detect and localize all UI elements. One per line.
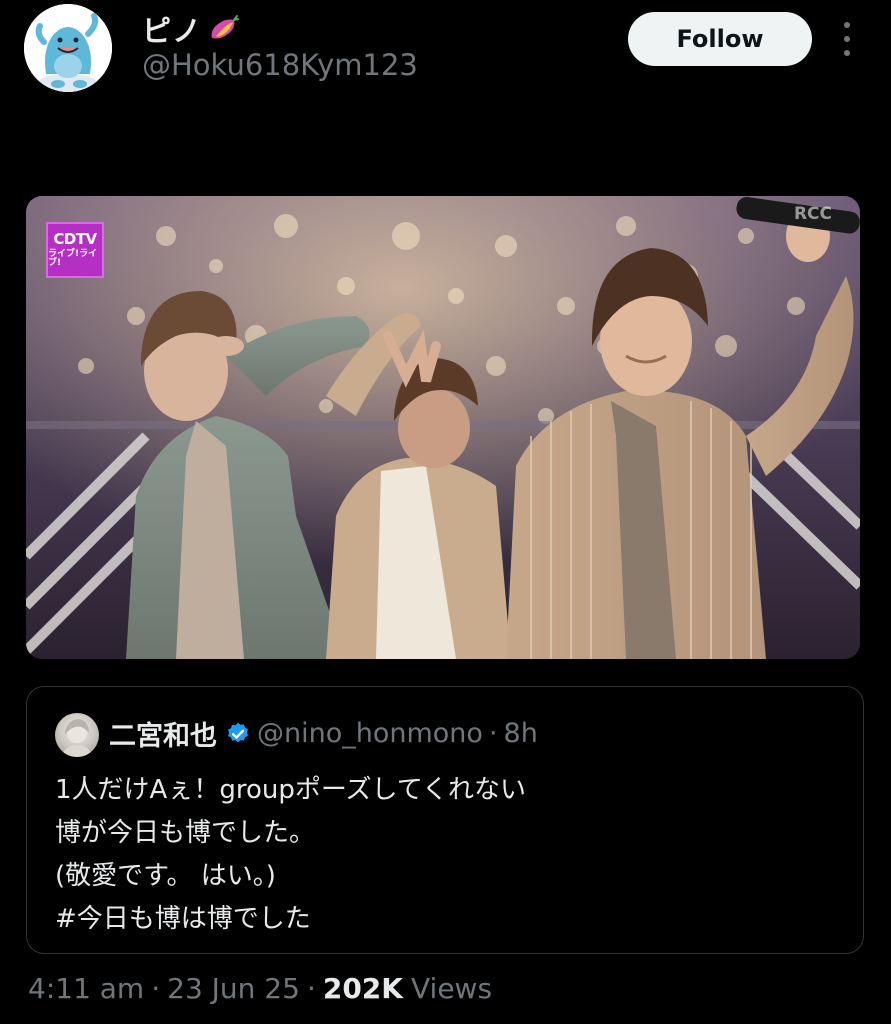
channel-logo: CDTV ライブ!ライブ! bbox=[46, 222, 104, 278]
sweet-potato-icon bbox=[211, 15, 240, 39]
quoted-author-avatar[interactable] bbox=[55, 713, 99, 757]
dot bbox=[844, 22, 850, 28]
quoted-header: 二宮和也 @nino_honmono · 8h bbox=[109, 714, 538, 753]
hashtag-link[interactable]: #今日も博は博でした bbox=[55, 898, 526, 941]
views-label[interactable]: Views bbox=[411, 972, 492, 1005]
verified-badge-icon bbox=[225, 721, 251, 747]
broadcaster-watermark: RCC bbox=[793, 204, 832, 224]
post-time[interactable]: 4:11 am bbox=[28, 972, 144, 1005]
quoted-handle[interactable]: @nino_honmono bbox=[257, 718, 483, 749]
tweet-photo[interactable]: CDTV ライブ!ライブ! RCC bbox=[26, 196, 860, 659]
quoted-timestamp[interactable]: 8h bbox=[504, 718, 538, 749]
channel-logo-title: CDTV bbox=[53, 230, 97, 248]
channel-logo-subtitle: ライブ!ライブ! bbox=[48, 249, 98, 268]
author-avatar[interactable] bbox=[24, 4, 112, 92]
quagsire-avatar-icon bbox=[24, 4, 112, 92]
dot bbox=[844, 50, 850, 56]
post-date[interactable]: 23 Jun 25 bbox=[167, 972, 300, 1005]
author-handle[interactable]: @Hoku618Kym123 bbox=[142, 48, 418, 82]
author-display-name[interactable]: ピノ bbox=[142, 8, 202, 50]
author-name-row[interactable]: ピノ bbox=[142, 8, 240, 50]
more-vertical-icon[interactable] bbox=[836, 22, 858, 56]
quoted-text-line: (敬愛です。 はい。) bbox=[55, 861, 276, 891]
quoted-separator: · bbox=[488, 718, 498, 749]
quoted-display-name[interactable]: 二宮和也 bbox=[109, 714, 217, 753]
quoted-tweet[interactable]: 二宮和也 @nino_honmono · 8h 1人だけAぇ！groupポーズし… bbox=[26, 686, 864, 954]
meta-separator: · bbox=[306, 972, 316, 1005]
dot bbox=[844, 36, 850, 42]
quoted-text-line: 博が今日も博でした。 bbox=[55, 818, 316, 848]
meta-separator: · bbox=[151, 972, 161, 1005]
quoted-text-line: 1人だけAぇ！groupポーズしてくれない bbox=[55, 775, 526, 805]
quoted-text: 1人だけAぇ！groupポーズしてくれない 博が今日も博でした。 (敬愛です。 … bbox=[55, 769, 526, 941]
follow-button[interactable]: Follow bbox=[628, 12, 812, 66]
views-count[interactable]: 202K bbox=[323, 972, 403, 1005]
tweet-detail: ピノ @Hoku618Kym123 Follow CDTV ライブ!ライブ! R… bbox=[0, 0, 891, 1024]
tweet-meta: 4:11 am · 23 Jun 25 · 202K Views bbox=[28, 972, 492, 1005]
quoted-avatar-icon bbox=[61, 719, 93, 757]
stage-photo-illustration bbox=[26, 196, 860, 659]
